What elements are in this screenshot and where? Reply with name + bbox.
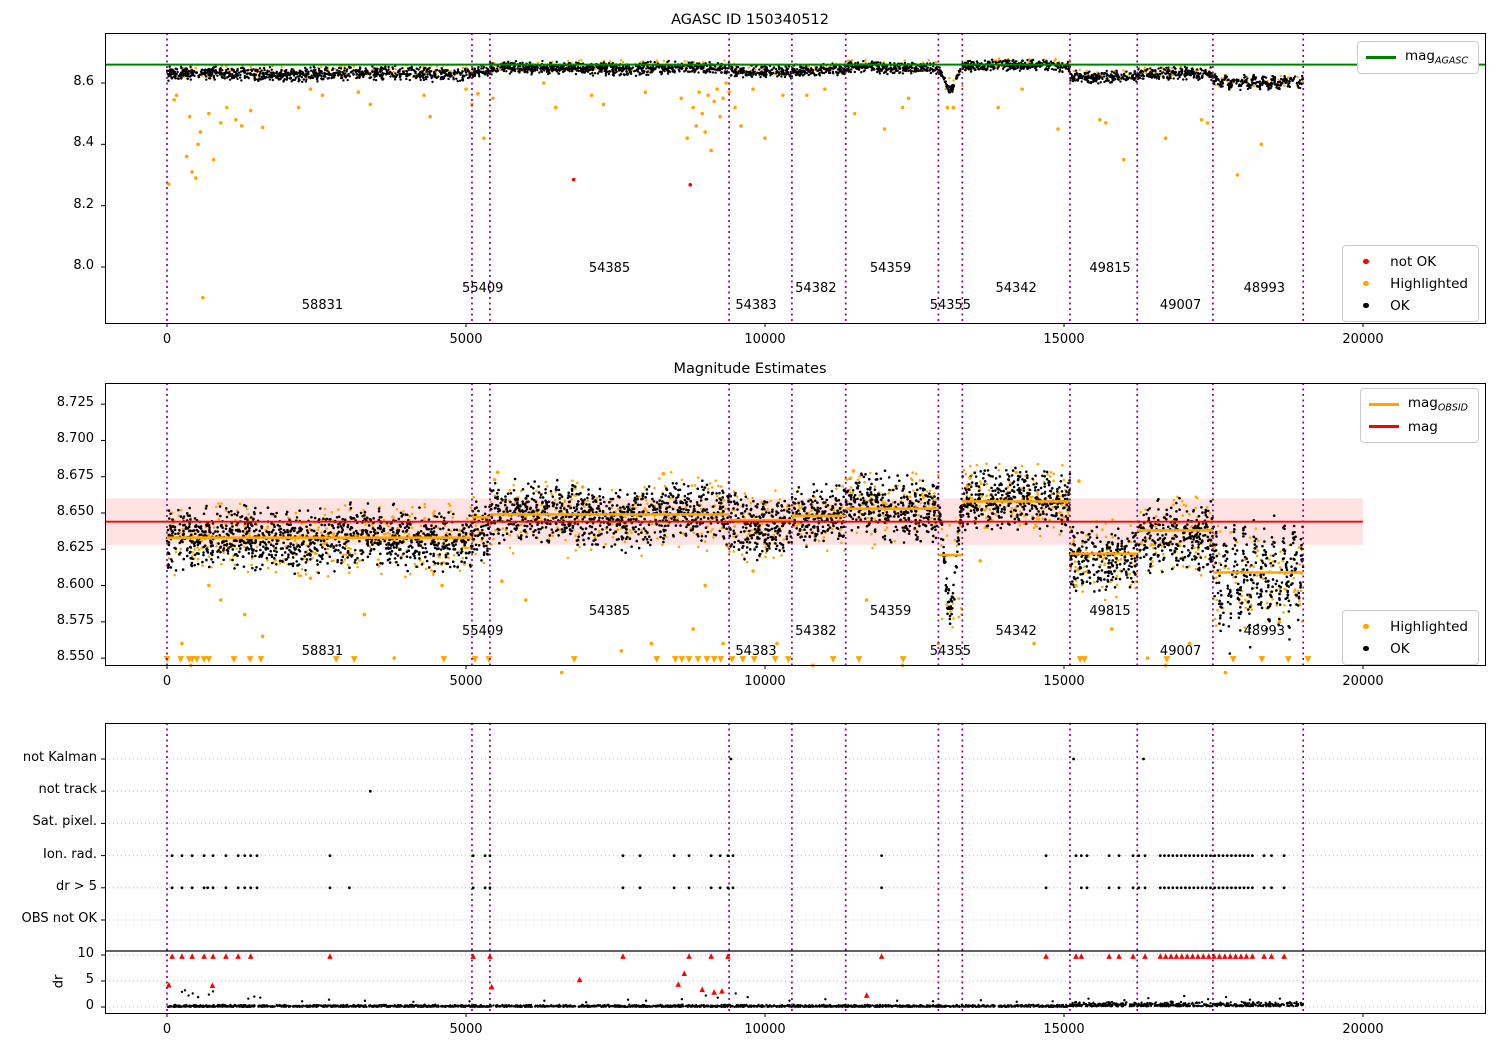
plot-canvas [0,0,1500,1050]
middle-panel-title: Magnitude Estimates [673,361,827,377]
obsid-label-58831-top: 58831 [301,298,344,313]
legend-middle-points: Highlighted OK [1342,610,1479,665]
obsid-label-49815-middle: 49815 [1089,604,1131,619]
obsid-label-48993-top: 48993 [1243,281,1286,296]
top-xtick-10000: 10000 [744,332,786,347]
legend-label: OK [1390,640,1410,657]
obsid-label-58831-middle: 58831 [301,644,344,659]
top-xtick-5000: 5000 [449,332,483,347]
obsid-label-48993-middle: 48993 [1243,624,1286,639]
legend-entry-ok: OK [1351,295,1468,316]
top-panel-title: AGASC ID 150340512 [671,12,829,28]
dr-tick-0: 0 [85,998,94,1013]
row-label-not-track: not track [38,782,97,798]
legend-label: not OK [1390,253,1437,270]
legend-label: mag [1407,418,1438,435]
obsid-label-54355-top: 54355 [929,298,972,313]
legend-label: Highlighted [1390,275,1468,292]
obsid-label-54383-middle: 54383 [735,644,777,659]
dr-tick-5: 5 [85,972,94,987]
obsid-label-54342-middle: 54342 [995,624,1037,639]
obsid-label-54385-middle: 54385 [588,604,631,619]
row-label-ion-rad-: Ion. rad. [43,846,97,862]
middle-ytick-8.675: 8.675 [56,467,94,483]
bottom-xtick-0: 0 [162,1022,172,1037]
dr-tick-10: 10 [77,946,94,961]
legend-label: magOBSID [1407,395,1468,414]
middle-ytick-8.600: 8.600 [56,576,94,592]
obsid-label-54383-top: 54383 [735,298,777,313]
legend-dot-swatch [1351,258,1381,265]
bottom-xtick-5000: 5000 [449,1022,483,1037]
obsid-label-54382-top: 54382 [795,281,837,296]
middle-ytick-8.575: 8.575 [56,612,94,628]
top-ytick-8.6: 8.6 [73,74,94,89]
top-ytick-8.0: 8.0 [73,258,94,274]
legend-dot-swatch [1351,302,1381,309]
legend-entry-mag: mag [1368,416,1468,437]
legend-entry-highlighted: Highlighted [1351,616,1468,637]
legend-mag-obsid: magOBSID mag [1359,388,1479,443]
top-ytick-8.4: 8.4 [73,135,94,151]
legend-label: OK [1390,297,1410,314]
middle-ytick-8.625: 8.625 [56,540,94,556]
legend-line-swatch [1365,56,1396,59]
obsid-label-54385-top: 54385 [588,261,631,276]
legend-entry-magobsid: magOBSID [1368,394,1468,415]
middle-ytick-8.550: 8.550 [56,649,94,665]
legend-dot-swatch [1351,280,1381,287]
middle-ytick-8.725: 8.725 [56,395,94,411]
obsid-label-55409-top: 55409 [462,281,504,296]
legend-top-points: not OK Highlighted OK [1342,245,1479,322]
legend-entry-not-ok: not OK [1351,251,1468,272]
legend-label: Highlighted [1390,618,1468,635]
row-label-sat-pixel-: Sat. pixel. [32,814,97,830]
legend-label: magAGASC [1404,48,1468,67]
obsid-label-54359-middle: 54359 [869,604,912,619]
legend-entry-ok: OK [1351,638,1468,659]
top-xtick-15000: 15000 [1043,332,1085,347]
top-ytick-8.2: 8.2 [73,196,94,212]
obsid-label-55409-middle: 55409 [462,624,504,639]
legend-entry-highlighted: Highlighted [1351,273,1468,294]
legend-line-swatch [1368,425,1399,428]
obsid-label-54382-middle: 54382 [795,624,837,639]
middle-xtick-20000: 20000 [1342,674,1384,689]
middle-ytick-8.700: 8.700 [56,431,94,447]
obsid-label-49815-top: 49815 [1089,261,1131,276]
bottom-xtick-10000: 10000 [744,1022,786,1037]
middle-ytick-8.650: 8.650 [56,504,94,519]
bottom-xtick-20000: 20000 [1342,1022,1384,1037]
middle-xtick-0: 0 [162,674,172,689]
dr-axis-label: dr [51,974,67,989]
legend-line-swatch [1368,403,1399,406]
obsid-label-54355-middle: 54355 [929,644,972,659]
row-label-dr-5: dr > 5 [55,878,97,894]
row-label-obs-not-ok: OBS not OK [21,911,98,926]
legend-mag-agasc: magAGASC [1356,41,1479,74]
obsid-label-54342-top: 54342 [995,281,1037,296]
middle-xtick-15000: 15000 [1043,674,1085,689]
row-label-not-kalman: not Kalman [22,750,97,765]
legend-entry-magagasc: magAGASC [1365,47,1468,68]
top-xtick-20000: 20000 [1342,332,1384,347]
middle-xtick-5000: 5000 [449,674,483,689]
legend-dot-swatch [1351,623,1381,630]
bottom-xtick-15000: 15000 [1043,1022,1085,1037]
obsid-label-54359-top: 54359 [869,261,912,276]
top-xtick-0: 0 [162,332,172,347]
obsid-label-49007-middle: 49007 [1159,644,1202,659]
obsid-label-49007-top: 49007 [1159,298,1202,313]
legend-dot-swatch [1351,645,1381,652]
middle-xtick-10000: 10000 [744,674,786,689]
figure: AGASC ID 150340512 Magnitude Estimates 0… [0,0,1500,1050]
